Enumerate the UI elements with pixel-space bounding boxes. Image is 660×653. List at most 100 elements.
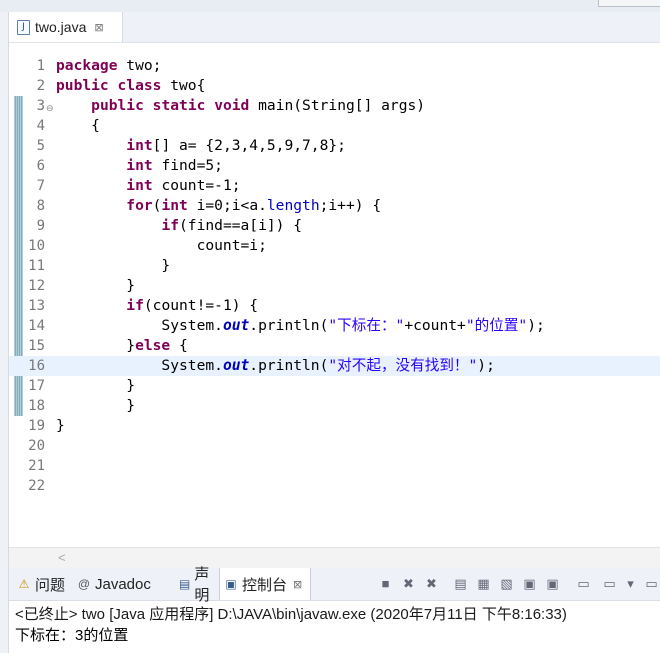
code-line[interactable]: 16 System.out.println("对不起，没有找到！"); (9, 356, 660, 376)
code-line[interactable]: 9 if(find==a[i]) { (9, 216, 660, 236)
line-number: 19 (28, 418, 45, 434)
code-text: for(int i=0;i<a.length;i++) { (56, 196, 381, 216)
view-menu-icon[interactable]: ▾ (622, 575, 639, 592)
remove-launch-icon[interactable]: ✖ (400, 575, 417, 592)
code-line[interactable]: 6 int find=5; (9, 156, 660, 176)
show-on-output-icon[interactable]: ▣ (521, 575, 538, 592)
remove-all-icon[interactable]: ✖ (423, 575, 440, 592)
code-token: int (161, 197, 188, 214)
view-tab-1[interactable]: @ Javadoc (73, 568, 173, 600)
code-token: { (170, 337, 188, 354)
code-line[interactable]: 2 public class two{ (9, 76, 660, 96)
code-token: System. (56, 357, 223, 374)
code-line[interactable]: 17 } (9, 376, 660, 396)
code-text: System.out.println("对不起，没有找到！"); (56, 356, 495, 376)
line-number: 16 (28, 358, 45, 374)
close-tab-icon[interactable]: ⊠ (94, 21, 103, 34)
code-token: out (222, 357, 250, 374)
code-token: two; (117, 57, 162, 74)
view-tab-2[interactable]: ▤ 声明 (175, 566, 217, 604)
code-token: (find==a[i]) { (179, 217, 303, 234)
code-line[interactable]: 21 (9, 456, 660, 476)
display-console-icon[interactable]: ▭ (601, 575, 618, 592)
code-line[interactable]: 3 ⊖ public static void main(String[] args… (9, 96, 660, 116)
code-token: int (126, 177, 153, 194)
code-line[interactable]: 4 { (9, 116, 660, 136)
code-token: "的位置" (465, 317, 528, 334)
code-line[interactable]: 18 } (9, 396, 660, 416)
code-token: i=0;i<a. (187, 197, 267, 214)
window-top-frame (0, 0, 660, 12)
code-line[interactable]: 10 count=i; (9, 236, 660, 256)
close-view-icon[interactable]: ⊠ (293, 578, 302, 591)
declaration-icon: ▤ (179, 577, 191, 591)
word-wrap-icon[interactable]: ▧ (498, 575, 515, 592)
code-text: if(count!=-1) { (56, 296, 258, 316)
code-line[interactable]: 5 int[] a= {2,3,4,5,9,7,8}; (9, 136, 660, 156)
code-token: } (56, 257, 171, 274)
code-token: class (117, 77, 162, 94)
code-text: { (56, 116, 100, 136)
code-token: public (91, 97, 144, 114)
code-text: public static void main(String[] args) (56, 96, 425, 116)
scroll-lock-icon[interactable]: ▦ (475, 575, 492, 592)
line-number: 22 (28, 478, 45, 494)
editor-tab-two-java[interactable]: J two.java ⊠ (9, 12, 123, 42)
code-line[interactable]: 7 int count=-1; (9, 176, 660, 196)
view-tab-label: 控制台 (242, 576, 288, 594)
code-token: ); (527, 317, 545, 334)
pin-console-icon[interactable]: ▭ (575, 575, 592, 592)
editor-tab-title: two.java (35, 19, 87, 35)
line-number: 12 (28, 278, 45, 294)
line-number: 1 (36, 58, 45, 74)
code-line[interactable]: 12 } (9, 276, 660, 296)
console-process-label: <已终止> two [Java 应用程序] D:\JAVA\bin\javaw.… (15, 606, 567, 623)
line-number: 4 (36, 118, 45, 134)
clear-console-icon[interactable]: ▤ (452, 575, 469, 592)
minimize-icon[interactable]: ▭ (643, 575, 660, 592)
terminate-icon[interactable]: ■ (377, 575, 394, 592)
java-file-icon: J (17, 19, 30, 35)
code-text: } (56, 416, 65, 436)
view-tab-0[interactable]: ⚠ 问题 (13, 568, 71, 600)
line-number: 18 (28, 398, 45, 414)
code-text: } (56, 256, 170, 276)
code-editor[interactable]: 1 package two; 2 public class two{3 ⊖ public… (9, 42, 660, 547)
scroll-left-icon[interactable]: < (58, 550, 66, 565)
view-tab-label: 声明 (194, 566, 210, 604)
code-token: ); (477, 357, 495, 374)
view-tab-3[interactable]: ▣ 控制台 ⊠ (219, 568, 311, 600)
code-line[interactable]: 20 (9, 436, 660, 456)
code-token: count=-1; (152, 177, 241, 194)
code-line[interactable]: 19} (9, 416, 660, 436)
console-output-text[interactable]: 下标在：3的位置 (15, 624, 128, 645)
code-line[interactable]: 13 if(count!=-1) { (9, 296, 660, 316)
code-line[interactable]: 1 package two; (9, 56, 660, 76)
show-on-error-icon[interactable]: ▣ (544, 575, 561, 592)
code-token: length (266, 197, 320, 214)
code-token: for (126, 197, 153, 214)
code-line[interactable]: 11 } (9, 256, 660, 276)
code-token: if (161, 217, 180, 234)
line-number: 8 (36, 198, 45, 214)
code-text: package two; (56, 56, 161, 76)
code-token: } (56, 277, 136, 294)
top-right-frame-control[interactable] (598, 0, 660, 7)
code-line[interactable]: 15 }else { (9, 336, 660, 356)
code-token: System. (56, 317, 223, 334)
code-text: int count=-1; (56, 176, 241, 196)
line-number: 21 (28, 458, 45, 474)
code-line[interactable]: 14 System.out.println("下标在："+count+"的位置"… (9, 316, 660, 336)
code-token: [] a= {2,3,4,5,9,7,8}; (152, 137, 346, 154)
line-number: 3 (36, 98, 45, 114)
line-number: 9 (36, 218, 45, 234)
code-line[interactable]: 22 (9, 476, 660, 496)
code-line[interactable]: 8 for(int i=0;i<a.length;i++) { (9, 196, 660, 216)
code-token: static (152, 97, 206, 114)
horizontal-scrollbar[interactable]: < (9, 547, 660, 569)
code-text: int[] a= {2,3,4,5,9,7,8}; (56, 136, 346, 156)
